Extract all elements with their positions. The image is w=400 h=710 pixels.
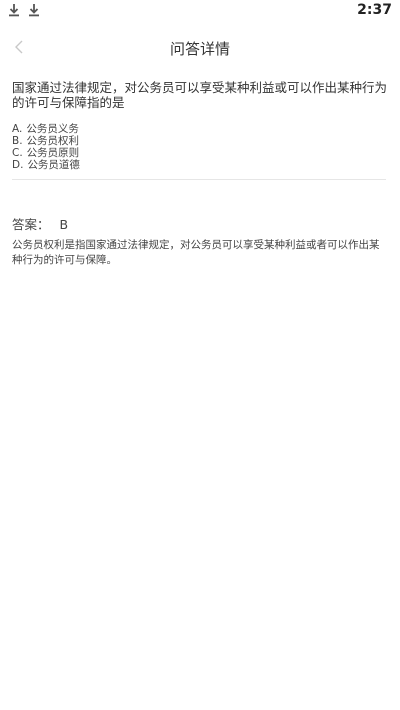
answer-value: B [59,217,69,232]
option-text: 公务员权利 [26,135,80,147]
status-time: 2:37 [357,2,392,18]
option-letter: B. [12,135,23,147]
question-block: 国家通过法律规定，对公务员可以享受某种利益或可以作出某种行为的许可与保障指的是 … [12,80,388,171]
option-c: C. 公务员原则 [12,147,388,159]
download-icon [29,4,39,17]
status-bar: 2:37 [0,0,400,22]
divider [12,179,386,180]
page-title: 问答详情 [169,40,230,58]
option-d: D. 公务员道德 [12,159,388,171]
option-text: 公务员义务 [26,123,79,135]
header: 问答详情 [0,22,400,72]
download-icon [9,4,19,17]
option-letter: D. [12,159,24,171]
answer-explanation: 公务员权利是指国家通过法律规定，对公务员可以享受某种利益或者可以作出某种行为的许… [12,239,380,266]
option-b: B. 公务员权利 [12,135,388,147]
question-text: 国家通过法律规定，对公务员可以享受某种利益或可以作出某种行为的许可与保障指的是 [12,80,388,110]
status-icons [8,3,40,17]
option-text: 公务员道德 [27,159,80,171]
option-letter: A. [12,123,23,135]
option-a: A. 公务员义务 [12,123,388,135]
option-letter: C. [12,147,23,159]
options-list: A. 公务员义务 B. 公务员权利 C. 公务员原则 D. 公务员道德 [12,123,388,171]
answer-label: 答案： [12,217,50,232]
answer-line: 答案： B [12,214,68,233]
option-text: 公务员原则 [26,147,80,159]
